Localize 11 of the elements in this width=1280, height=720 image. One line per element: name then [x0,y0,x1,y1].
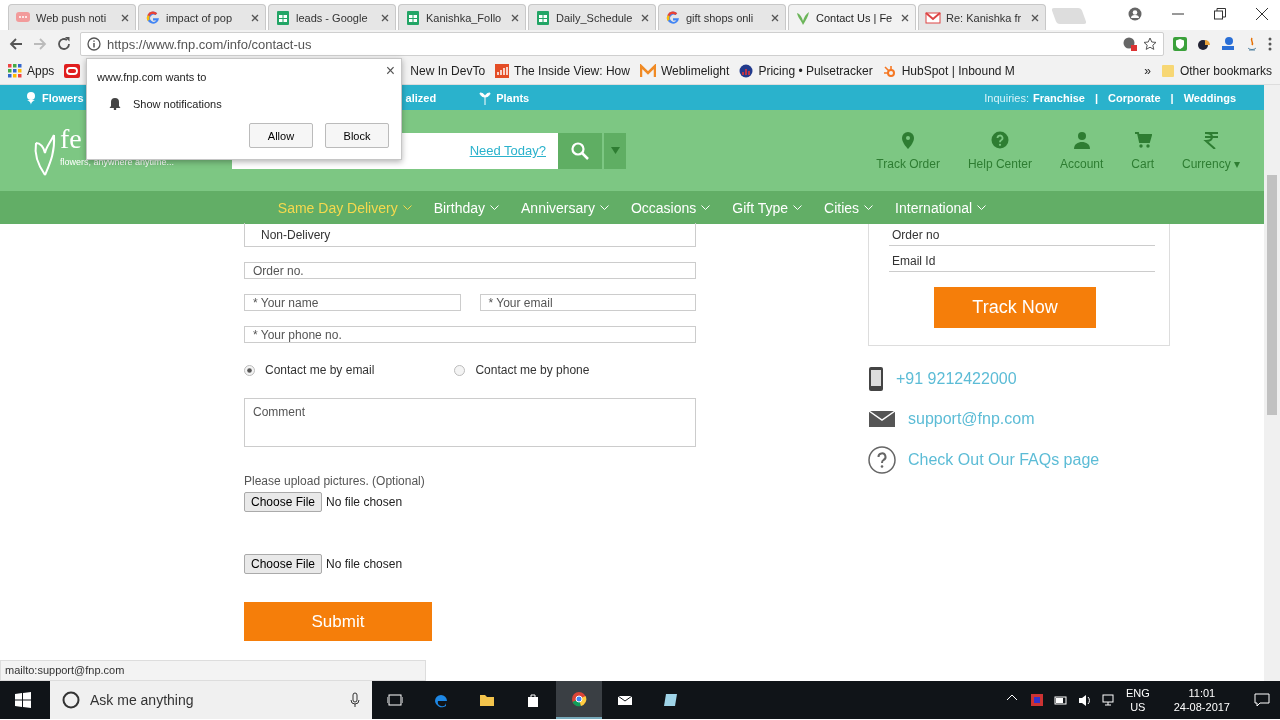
inquiries-label: Inquiries: [984,91,1029,104]
logo-text: fe [60,124,83,153]
popup-title: www.fnp.com wants to [97,71,207,83]
permission-label: Show notifications [133,97,222,110]
tagline: flowers, anywhere anytime... [60,156,175,167]
file-status: No file chosen [326,557,403,571]
separator: | [1170,91,1174,104]
file-status: No file chosen [326,495,403,509]
status-tooltip: mailto:support@fnp.com [0,660,426,681]
separator: | [1094,91,1098,104]
upload-label: Please upload pictures. (Optional) [244,474,426,488]
